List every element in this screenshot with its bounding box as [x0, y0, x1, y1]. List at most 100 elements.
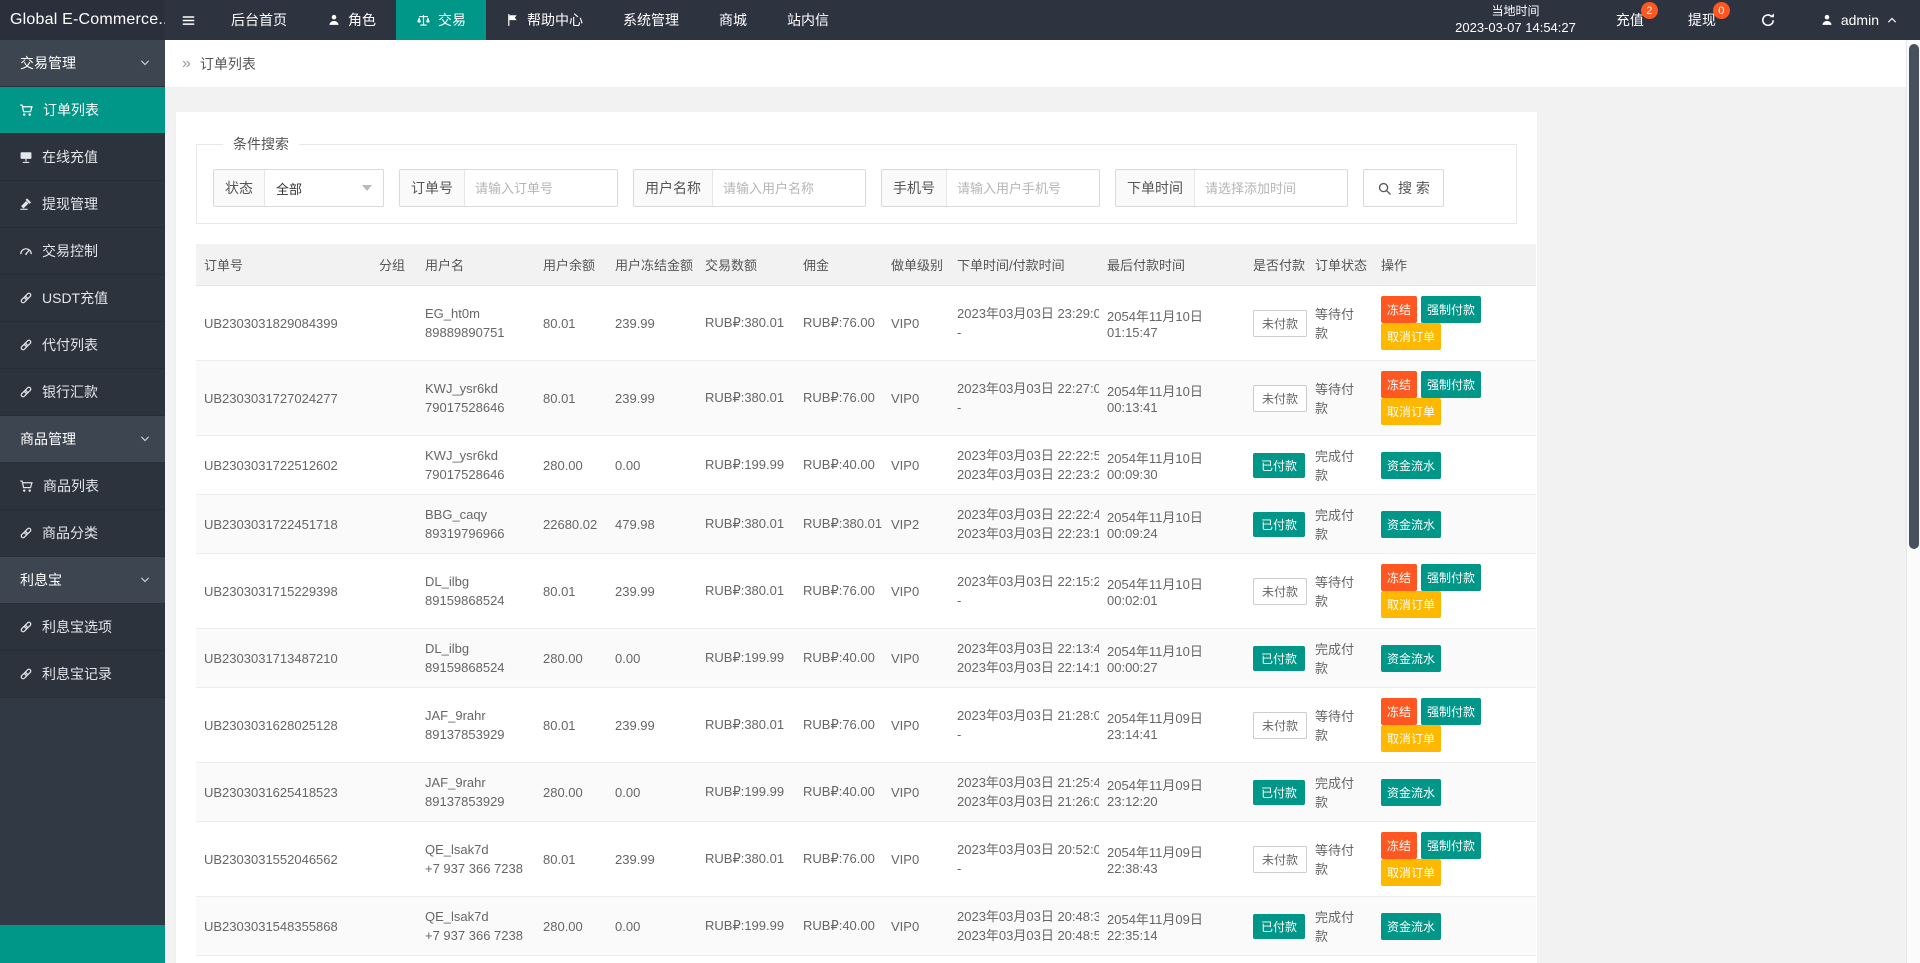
nav-item-system-manage[interactable]: 系统管理 [603, 0, 699, 40]
cancel-order-button[interactable]: 取消订单 [1381, 323, 1441, 350]
funds-flow-button[interactable]: 资金流水 [1381, 779, 1441, 806]
table-row: UB2303031537325993EG_ht0m89889890751280.… [196, 956, 1536, 963]
cancel-order-button[interactable]: 取消订单 [1381, 398, 1441, 425]
sidebar-item-label: 银行汇款 [42, 382, 98, 402]
sidebar-section-lixibao[interactable]: 利息宝 [0, 557, 165, 604]
nav-item-site-message[interactable]: 站内信 [767, 0, 849, 40]
withdraw-button[interactable]: 提现 0 [1666, 0, 1738, 40]
freeze-button[interactable]: 冻结 [1381, 564, 1417, 591]
local-time-label: 当地时间 [1455, 3, 1576, 19]
nav-item-mall[interactable]: 商城 [699, 0, 767, 40]
cart-icon [19, 479, 34, 494]
order-number-cell: UB2303031625418523 [196, 763, 371, 822]
freeze-button[interactable]: 冻结 [1381, 371, 1417, 398]
person-icon [1820, 13, 1834, 27]
freeze-button[interactable]: 冻结 [1381, 698, 1417, 725]
sidebar-item-daifu-list[interactable]: 代付列表 [0, 322, 165, 369]
column-header: 操作 [1373, 244, 1536, 286]
order-number-cell: UB2303031722512602 [196, 436, 371, 495]
balance-cell: 280.00 [535, 763, 607, 822]
vip-level-cell: VIP2 [883, 495, 949, 554]
order-status-cell: 完成付款 [1307, 629, 1373, 688]
user-cell: JAF_9rahr89137853929 [417, 688, 535, 763]
order-time: 2023年03月03日 22:13:48 [957, 639, 1091, 658]
last-pay-time-cell: 2054年11月09日 22:38:43 [1099, 822, 1245, 897]
column-header: 订单状态 [1307, 244, 1373, 286]
order-pay-time-cell: 2023年03月03日 22:22:512023年03月03日 22:23:21 [949, 436, 1099, 495]
pay-status-cell: 未付款 [1245, 688, 1307, 763]
actions-cell: 资金流水 [1373, 436, 1536, 495]
cancel-order-button[interactable]: 取消订单 [1381, 725, 1441, 752]
link-icon [19, 667, 33, 681]
commission-cell: RUB₽:76.00 [795, 286, 883, 361]
force-pay-button[interactable]: 强制付款 [1421, 371, 1481, 398]
user-name: KWJ_ysr6kd [425, 379, 527, 398]
frozen-amount-cell: 0.00 [607, 956, 697, 963]
page-scrollbar[interactable] [1906, 40, 1920, 963]
sidebar-item-lixibao-options[interactable]: 利息宝选项 [0, 604, 165, 651]
force-pay-button[interactable]: 强制付款 [1421, 698, 1481, 725]
nav-item-back-home[interactable]: 后台首页 [211, 0, 307, 40]
user-phone: 89137853929 [425, 792, 527, 811]
sidebar-item-label: 交易控制 [42, 241, 98, 261]
sidebar-item-goods-list[interactable]: 商品列表 [0, 463, 165, 510]
table-row: UB2303031628025128JAF_9rahr8913785392980… [196, 688, 1536, 763]
content-area: 条件搜索 状态 全部 订单号 用户名称 [165, 88, 1920, 963]
nav-item-roles[interactable]: 角色 [307, 0, 396, 40]
search-button[interactable]: 搜 索 [1363, 169, 1444, 207]
force-pay-button[interactable]: 强制付款 [1421, 564, 1481, 591]
force-pay-button[interactable]: 强制付款 [1421, 832, 1481, 859]
sidebar-item-usdt-recharge[interactable]: USDT充值 [0, 275, 165, 322]
sidebar-item-lixibao-records[interactable]: 利息宝记录 [0, 651, 165, 698]
last-pay-time-cell: 2054年11月09日 23:12:20 [1099, 763, 1245, 822]
chevron-up-icon [1886, 14, 1898, 26]
funds-flow-button[interactable]: 资金流水 [1381, 511, 1441, 538]
freeze-button[interactable]: 冻结 [1381, 832, 1417, 859]
sidebar-section-trade-manage[interactable]: 交易管理 [0, 40, 165, 87]
cancel-order-button[interactable]: 取消订单 [1381, 859, 1441, 886]
order-no-input[interactable] [465, 170, 617, 206]
recharge-button[interactable]: 充值 2 [1594, 0, 1666, 40]
user-phone: 89159868524 [425, 658, 527, 677]
sidebar-item-goods-category[interactable]: 商品分类 [0, 510, 165, 557]
sidebar-item-order-list[interactable]: 订单列表 [0, 87, 165, 134]
search-fieldset: 条件搜索 状态 全部 订单号 用户名称 [196, 134, 1517, 224]
user-phone: 89137853929 [425, 725, 527, 744]
sidebar-item-bank-remit[interactable]: 银行汇款 [0, 369, 165, 416]
scrollbar-thumb[interactable] [1909, 44, 1919, 549]
nav-item-trade[interactable]: 交易 [396, 0, 486, 40]
vip-level-cell: VIP0 [883, 688, 949, 763]
sidebar-item-label: 利息宝记录 [42, 664, 112, 684]
user-cell: QE_lsak7d+7 937 366 7238 [417, 822, 535, 897]
user-phone: 89159868524 [425, 591, 527, 610]
sidebar-section-title: 利息宝 [20, 570, 62, 590]
column-header: 用户名 [417, 244, 535, 286]
column-header: 佣金 [795, 244, 883, 286]
phone-input[interactable] [947, 170, 1099, 206]
username-input[interactable] [713, 170, 865, 206]
order-pay-time-cell: 2023年03月03日 22:22:452023年03月03日 22:23:12 [949, 495, 1099, 554]
cancel-order-button[interactable]: 取消订单 [1381, 591, 1441, 618]
admin-menu[interactable]: admin [1798, 0, 1920, 40]
status-select[interactable]: 全部 [265, 170, 383, 206]
link-icon [19, 291, 33, 305]
sidebar-item-trade-control[interactable]: 交易控制 [0, 228, 165, 275]
sidebar-item-withdraw-manage[interactable]: 提现管理 [0, 181, 165, 228]
funds-flow-button[interactable]: 资金流水 [1381, 452, 1441, 479]
freeze-button[interactable]: 冻结 [1381, 296, 1417, 323]
refresh-button[interactable] [1738, 0, 1798, 40]
nav-item-help-center[interactable]: 帮助中心 [486, 0, 603, 40]
search-icon [1377, 181, 1392, 196]
funds-flow-button[interactable]: 资金流水 [1381, 913, 1441, 940]
sidebar-section-goods-manage[interactable]: 商品管理 [0, 416, 165, 463]
order-time-input[interactable] [1195, 170, 1347, 206]
force-pay-button[interactable]: 强制付款 [1421, 296, 1481, 323]
funds-flow-button[interactable]: 资金流水 [1381, 645, 1441, 672]
sidebar-item-online-recharge[interactable]: 在线充值 [0, 134, 165, 181]
order-time-label: 下单时间 [1116, 170, 1195, 206]
admin-username: admin [1841, 12, 1879, 28]
commission-cell: RUB₽:76.00 [795, 688, 883, 763]
sidebar-toggle-button[interactable] [165, 0, 211, 40]
pay-time: 2023年03月03日 22:23:21 [957, 465, 1091, 484]
order-number-cell: UB2303031548355868 [196, 897, 371, 956]
